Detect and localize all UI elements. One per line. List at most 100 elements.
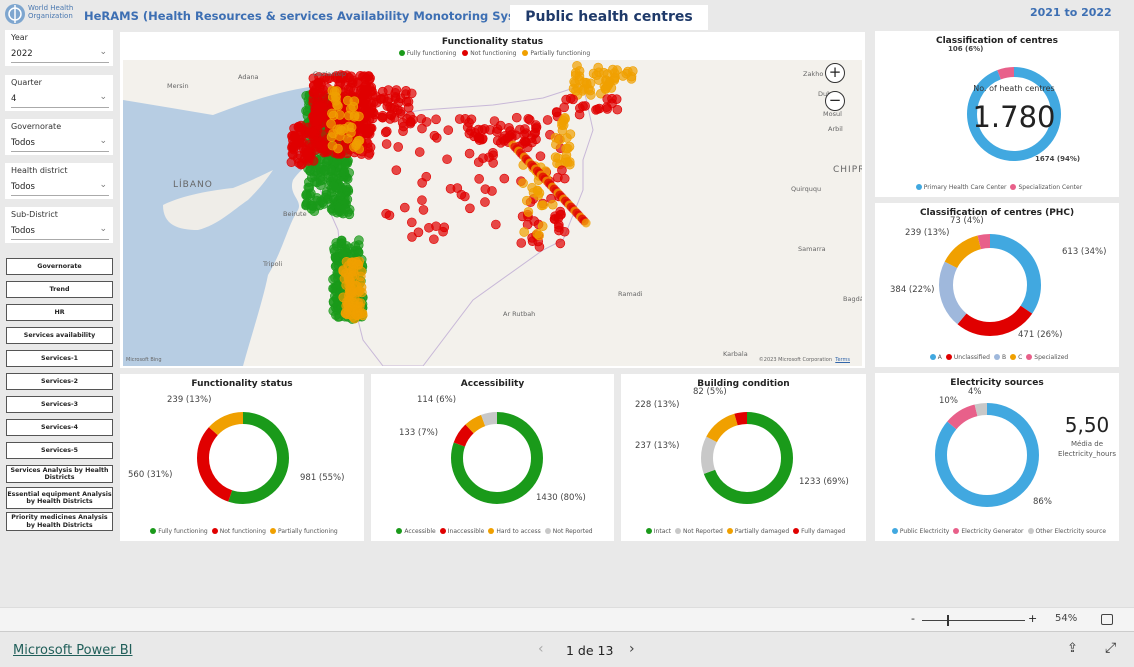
- legend-item[interactable]: A: [938, 354, 942, 361]
- map-point[interactable]: [335, 191, 346, 201]
- map-point[interactable]: [413, 227, 424, 238]
- map-point[interactable]: [354, 286, 365, 296]
- map-point[interactable]: [555, 238, 566, 249]
- map-point[interactable]: [355, 298, 366, 308]
- map-point[interactable]: [522, 195, 532, 206]
- map-point[interactable]: [294, 158, 304, 168]
- map-point[interactable]: [355, 271, 366, 282]
- zoom-slider-thumb[interactable]: [946, 615, 949, 626]
- map-point[interactable]: [306, 204, 317, 214]
- map-point[interactable]: [454, 114, 465, 124]
- map-point[interactable]: [395, 93, 406, 104]
- map-point[interactable]: [403, 102, 414, 113]
- map-point[interactable]: [557, 165, 567, 176]
- legend-item[interactable]: Intact: [654, 528, 671, 535]
- map-point[interactable]: [345, 288, 356, 298]
- map-point[interactable]: [551, 107, 562, 117]
- chevron-down-icon[interactable]: ⌄: [99, 180, 107, 190]
- slicer-dropdown[interactable]: Todos: [11, 226, 109, 240]
- map-point[interactable]: [333, 101, 343, 111]
- power-bi-link[interactable]: Microsoft Power BI: [13, 643, 132, 658]
- nav-button-services-analysis-by-health-districts[interactable]: Services Analysis by Health Districts: [6, 465, 113, 483]
- map-point[interactable]: [627, 66, 638, 76]
- map-point[interactable]: [343, 95, 353, 106]
- zoom-out-button[interactable]: −: [825, 91, 845, 111]
- legend-item[interactable]: Hard to access: [496, 528, 540, 535]
- chevron-down-icon[interactable]: ⌄: [99, 47, 107, 57]
- map-point[interactable]: [431, 114, 441, 125]
- map-point[interactable]: [393, 142, 404, 152]
- map-point[interactable]: [391, 165, 402, 176]
- zoom-slider[interactable]: [922, 615, 1025, 626]
- map-point[interactable]: [480, 197, 490, 207]
- nav-button-priority-medicines-analysis-by-health-districts[interactable]: Priority medicines Analysis by Health Di…: [6, 512, 113, 531]
- map-point[interactable]: [487, 186, 497, 196]
- map-point[interactable]: [308, 80, 319, 91]
- legend-item[interactable]: Fully functioning: [158, 528, 208, 535]
- map-point[interactable]: [331, 310, 341, 321]
- map-point[interactable]: [318, 165, 329, 176]
- map-point[interactable]: [554, 225, 564, 236]
- map-point[interactable]: [358, 123, 369, 134]
- map-point[interactable]: [406, 217, 417, 228]
- map-point[interactable]: [321, 190, 332, 200]
- map-point[interactable]: [414, 147, 425, 157]
- map-point[interactable]: [342, 148, 352, 159]
- map-point[interactable]: [573, 83, 583, 93]
- legend-item[interactable]: Inaccessible: [448, 528, 485, 535]
- map-point[interactable]: [385, 114, 395, 124]
- map-point[interactable]: [358, 91, 368, 101]
- map-point[interactable]: [429, 234, 439, 245]
- map-point[interactable]: [465, 203, 475, 214]
- map-point[interactable]: [581, 77, 592, 88]
- map-canvas[interactable]: GaziantepAdanaMersinZakhoDuhokMosulArbil…: [123, 60, 862, 366]
- legend-item[interactable]: Not Reported: [683, 528, 723, 535]
- slicer-dropdown[interactable]: Todos: [11, 182, 109, 196]
- map-point[interactable]: [530, 128, 541, 138]
- legend-item[interactable]: Fully damaged: [801, 528, 845, 535]
- legend-item[interactable]: Partially functioning: [278, 528, 338, 535]
- map-point[interactable]: [309, 127, 320, 137]
- map-point[interactable]: [417, 195, 427, 206]
- nav-button-governorate[interactable]: Governorate: [6, 258, 113, 275]
- map-point[interactable]: [364, 114, 375, 124]
- map-point[interactable]: [574, 71, 585, 81]
- map-point[interactable]: [606, 83, 617, 93]
- map-point[interactable]: [439, 222, 450, 233]
- zoom-plus-button[interactable]: +: [1028, 612, 1037, 625]
- nav-button-essential-equipment-analysis-by-health-districts[interactable]: Essential equipment Analysis by Health D…: [6, 487, 113, 509]
- fullscreen-icon[interactable]: ⤢: [1105, 640, 1116, 656]
- map-point[interactable]: [421, 171, 432, 182]
- map-point[interactable]: [499, 173, 510, 184]
- map-point[interactable]: [534, 230, 544, 241]
- map-point[interactable]: [296, 120, 306, 131]
- map-point[interactable]: [329, 246, 340, 257]
- map-point[interactable]: [591, 70, 602, 80]
- map-point[interactable]: [424, 222, 434, 233]
- map-point[interactable]: [391, 85, 402, 95]
- slicer-dropdown[interactable]: Todos: [11, 138, 109, 152]
- map-point[interactable]: [612, 104, 623, 115]
- nav-button-services-4[interactable]: Services-4: [6, 419, 113, 436]
- legend-item[interactable]: Not functioning: [220, 528, 266, 535]
- share-icon[interactable]: ⇪: [1067, 641, 1078, 656]
- map-point[interactable]: [353, 240, 364, 250]
- map-point[interactable]: [287, 141, 298, 152]
- nav-button-hr[interactable]: HR: [6, 304, 113, 321]
- map-point[interactable]: [602, 104, 613, 114]
- map-point[interactable]: [418, 205, 429, 215]
- map-point[interactable]: [574, 109, 585, 120]
- prev-page-button[interactable]: ‹: [538, 641, 544, 657]
- map-point[interactable]: [330, 91, 341, 102]
- map-point[interactable]: [326, 132, 337, 142]
- map-point[interactable]: [295, 139, 306, 150]
- chevron-down-icon[interactable]: ⌄: [99, 92, 107, 102]
- map-point[interactable]: [315, 175, 326, 186]
- zoom-minus-button[interactable]: -: [911, 612, 915, 625]
- map-point[interactable]: [442, 154, 452, 165]
- map-point[interactable]: [352, 310, 362, 321]
- slicer-dropdown[interactable]: 4: [11, 94, 109, 108]
- nav-button-services-2[interactable]: Services-2: [6, 373, 113, 390]
- nav-button-services-3[interactable]: Services-3: [6, 396, 113, 413]
- map-point[interactable]: [301, 189, 312, 199]
